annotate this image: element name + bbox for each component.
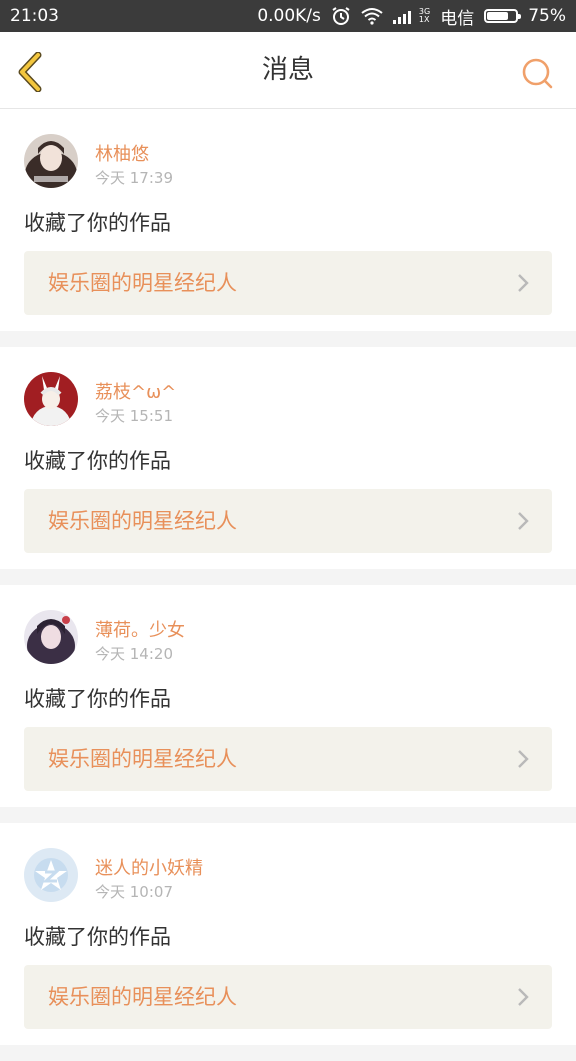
alarm-icon	[331, 6, 351, 26]
work-title: 娱乐圈的明星经纪人	[48, 509, 237, 533]
page-title: 消息	[261, 55, 314, 85]
work-title: 娱乐圈的明星经纪人	[48, 747, 237, 771]
signal-icon	[392, 8, 415, 24]
work-link[interactable]: 娱乐圈的明星经纪人	[24, 489, 552, 553]
avatar[interactable]	[24, 372, 78, 426]
message-text: 收藏了你的作品	[24, 449, 171, 473]
search-icon	[522, 58, 553, 89]
message-text: 收藏了你的作品	[24, 687, 171, 711]
message-time: 今天 10:07	[95, 883, 173, 901]
message-card: 薄荷。少女 今天 14:20 收藏了你的作品 娱乐圈的明星经纪人	[0, 585, 576, 807]
chevron-right-icon	[518, 750, 529, 768]
battery-fill	[487, 12, 509, 20]
avatar[interactable]	[24, 610, 78, 664]
battery-icon	[484, 9, 522, 23]
message-card: 迷人的小妖精 今天 10:07 收藏了你的作品 娱乐圈的明星经纪人	[0, 823, 576, 1045]
avatar[interactable]	[24, 848, 78, 902]
wifi-icon	[361, 7, 383, 25]
status-bar: 21:03 0.00K/s 3G 1X 电信 75%	[0, 0, 576, 32]
message-time: 今天 17:39	[95, 169, 173, 187]
chevron-right-icon	[518, 512, 529, 530]
user-name[interactable]: 迷人的小妖精	[95, 854, 203, 880]
work-link[interactable]: 娱乐圈的明星经纪人	[24, 251, 552, 315]
status-time: 21:03	[10, 6, 59, 26]
message-text: 收藏了你的作品	[24, 211, 171, 235]
work-title: 娱乐圈的明星经纪人	[48, 271, 237, 295]
message-list: 林柚悠 今天 17:39 收藏了你的作品 娱乐圈的明星经纪人 荔枝^ω^ 今天 …	[0, 109, 576, 1061]
work-link[interactable]: 娱乐圈的明星经纪人	[24, 965, 552, 1029]
work-link[interactable]: 娱乐圈的明星经纪人	[24, 727, 552, 791]
chevron-right-icon	[518, 274, 529, 292]
message-card: 林柚悠 今天 17:39 收藏了你的作品 娱乐圈的明星经纪人	[0, 109, 576, 331]
nav-bar: 消息	[0, 32, 576, 109]
user-name[interactable]: 荔枝^ω^	[95, 378, 176, 404]
status-right: 0.00K/s 3G 1X 电信 75%	[257, 4, 566, 29]
network-type-bottom: 1X	[418, 15, 430, 24]
message-text: 收藏了你的作品	[24, 925, 171, 949]
message-card: 荔枝^ω^ 今天 15:51 收藏了你的作品 娱乐圈的明星经纪人	[0, 347, 576, 569]
carrier-label: 电信	[440, 8, 475, 29]
user-name[interactable]: 薄荷。少女	[95, 616, 185, 642]
avatar[interactable]	[24, 134, 78, 188]
search-button[interactable]	[520, 56, 554, 90]
network-speed: 0.00K/s	[257, 6, 321, 26]
work-title: 娱乐圈的明星经纪人	[48, 985, 237, 1009]
user-name[interactable]: 林柚悠	[95, 140, 149, 166]
message-time: 今天 14:20	[95, 645, 173, 663]
battery-percent: 75%	[528, 6, 566, 26]
network-type: 3G 1X	[419, 8, 430, 24]
chevron-right-icon	[518, 988, 529, 1006]
message-time: 今天 15:51	[95, 407, 173, 425]
